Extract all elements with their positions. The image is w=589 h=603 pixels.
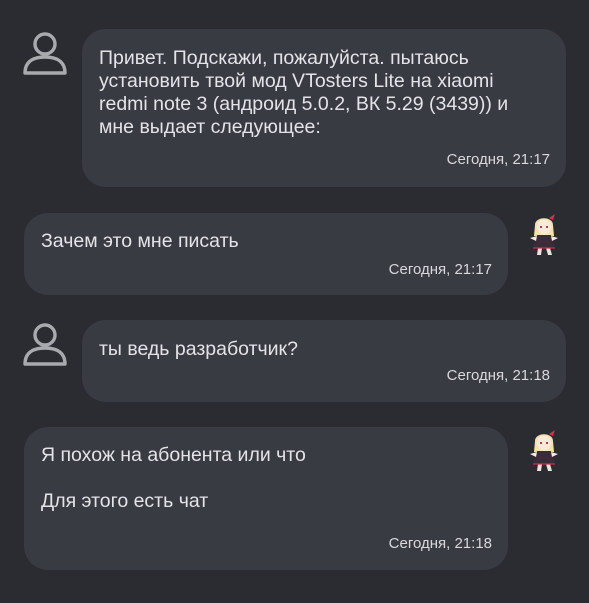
message-bubble[interactable]: Зачем это мне писать Сегодня, 21:17 <box>24 213 508 295</box>
anime-avatar-icon[interactable] <box>527 212 561 258</box>
message-bubble[interactable]: Привет. Подскажи, пожалуйста. пытаюсь ус… <box>82 29 566 187</box>
message-bubble[interactable]: Я похож на абонента или что Для этого ес… <box>24 427 508 570</box>
message-row: Я похож на абонента или что Для этого ес… <box>0 410 589 570</box>
chat-screen: { "messages": [ { "sender": "other", "te… <box>0 0 589 603</box>
message-row: Зачем это мне писать Сегодня, 21:17 <box>0 200 589 305</box>
message-row: Привет. Подскажи, пожалуйста. пытаюсь ус… <box>0 0 589 200</box>
message-row: ты ведь разработчик? Сегодня, 21:18 <box>0 305 589 410</box>
message-text: Привет. Подскажи, пожалуйста. пытаюсь ус… <box>99 47 509 138</box>
message-timestamp: Сегодня, 21:18 <box>446 367 550 384</box>
user-avatar-icon[interactable] <box>21 28 69 76</box>
anime-avatar-icon[interactable] <box>527 428 561 474</box>
message-text: ты ведь разработчик? <box>99 338 298 360</box>
user-avatar-icon[interactable] <box>21 319 69 367</box>
message-timestamp: Сегодня, 21:17 <box>388 261 492 278</box>
message-timestamp: Сегодня, 21:18 <box>388 535 492 552</box>
message-bubble[interactable]: ты ведь разработчик? Сегодня, 21:18 <box>82 320 566 402</box>
message-text: Я похож на абонента или что Для этого ес… <box>41 444 306 512</box>
message-text: Зачем это мне писать <box>41 230 239 252</box>
message-timestamp: Сегодня, 21:17 <box>446 151 550 168</box>
